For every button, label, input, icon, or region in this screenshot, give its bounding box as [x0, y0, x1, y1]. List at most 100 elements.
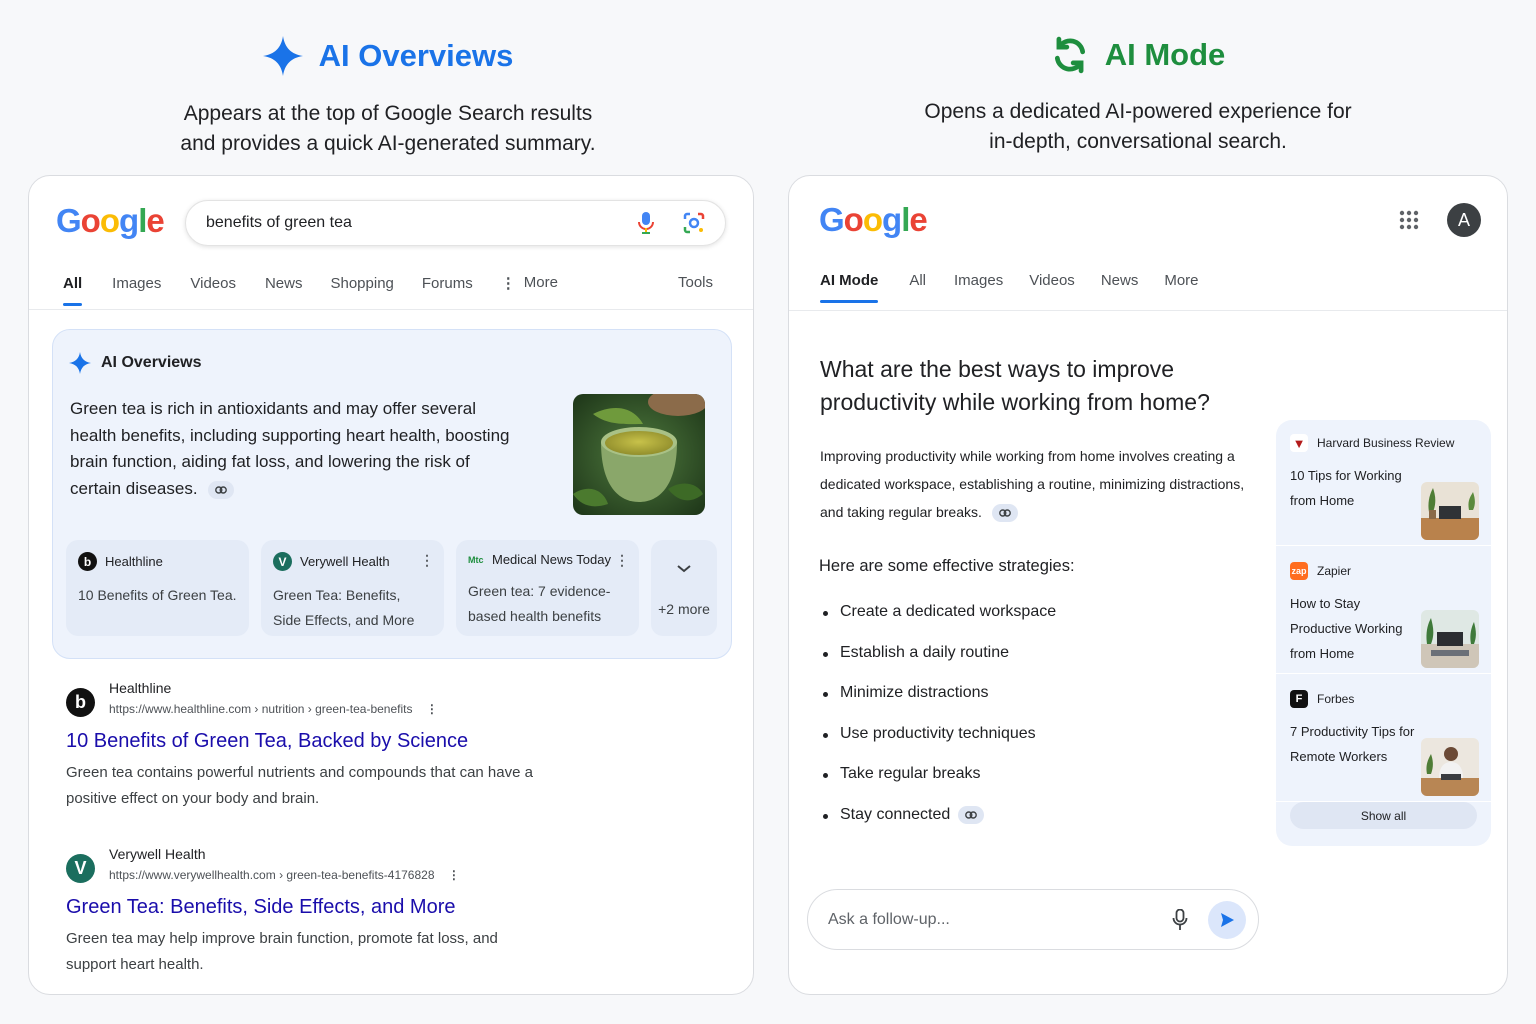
tools-button[interactable]: Tools	[678, 274, 713, 305]
ai-mode-header: AI Mode Opens a dedicated AI-powered exp…	[758, 36, 1518, 157]
ai-overview-text: Green tea is rich in antioxidants and ma…	[70, 399, 510, 499]
tools-area: Tools	[678, 274, 713, 305]
tab-more[interactable]: More	[1164, 272, 1198, 303]
source-name: Harvard Business Review	[1317, 436, 1455, 450]
apps-grid-icon[interactable]	[1399, 210, 1419, 230]
tab-ai-mode[interactable]: AI Mode	[820, 272, 879, 303]
ai-mode-subtitle: Opens a dedicated AI-powered experience …	[924, 100, 1352, 153]
link-icon[interactable]	[208, 480, 235, 499]
bullet-dot	[823, 651, 828, 657]
tab-images[interactable]: Images	[954, 272, 1003, 303]
source-card-verywell[interactable]: V Verywell Health ⋮ Green Tea: Benefits, …	[261, 540, 444, 636]
google-logo[interactable]: Google	[56, 202, 165, 240]
user-question: What are the best ways to improve produc…	[820, 356, 1210, 415]
logo-letter: g	[119, 202, 139, 239]
logo-letter: o	[80, 202, 101, 239]
tab-all[interactable]: All	[909, 272, 926, 303]
followup-input[interactable]: Ask a follow-up...	[807, 889, 1259, 950]
logo-letter: e	[146, 202, 164, 239]
result-url[interactable]: https://www.verywellhealth.com › green-t…	[109, 868, 460, 882]
ai-overviews-title-text: AI Overviews	[318, 38, 514, 73]
strategy-text: Take regular breaks	[840, 765, 981, 782]
mic-icon[interactable]	[1172, 909, 1188, 931]
google-logo[interactable]: Google	[819, 201, 928, 239]
list-item: Create a dedicated workspace	[823, 603, 1056, 644]
bullet-dot	[823, 732, 828, 738]
workspace-thumbnail	[1421, 610, 1479, 668]
green-tea-image[interactable]	[573, 394, 705, 515]
tab-news[interactable]: News	[265, 275, 303, 306]
source-card-forbes[interactable]: F Forbes 7 Productivity Tips for Remote W…	[1276, 676, 1491, 802]
tab-forums[interactable]: Forums	[422, 275, 473, 306]
ai-overview-summary: Green tea is rich in antioxidants and ma…	[70, 396, 510, 503]
kebab-icon[interactable]: ⋮	[448, 868, 460, 882]
result-snippet: Green tea contains powerful nutrients an…	[66, 764, 533, 807]
tab-news[interactable]: News	[1101, 272, 1139, 303]
strategy-text: Minimize distractions	[840, 684, 989, 701]
source-name: Medical News Today	[492, 552, 611, 567]
send-button[interactable]	[1208, 901, 1246, 939]
result-title-link[interactable]: Green Tea: Benefits, Side Effects, and M…	[66, 896, 455, 919]
result-title-link[interactable]: 10 Benefits of Green Tea, Backed by Scie…	[66, 730, 468, 753]
workspace-thumbnail	[1421, 482, 1479, 540]
tab-more[interactable]: ⋮ More	[501, 274, 558, 306]
kebab-icon[interactable]: ⋮	[420, 552, 434, 569]
source-card-zapier[interactable]: zap Zapier How to Stay Productive Working…	[1276, 548, 1491, 674]
mnt-icon: Mtc	[468, 554, 484, 565]
ai-overviews-subtitle: Appears at the top of Google Search resu…	[180, 102, 596, 155]
ai-mode-title-text: AI Mode	[1104, 37, 1226, 72]
more-sources-button[interactable]: +2 more	[651, 540, 717, 636]
logo-letter: e	[909, 201, 927, 238]
healthline-icon: b	[66, 688, 95, 717]
link-icon[interactable]	[991, 504, 1018, 523]
tab-images[interactable]: Images	[112, 275, 161, 306]
ai-overviews-header: AI Overviews Appears at the top of Googl…	[8, 36, 768, 159]
kebab-icon[interactable]: ⋮	[615, 552, 629, 569]
send-icon	[1221, 913, 1234, 927]
ai-overviews-title: AI Overviews	[262, 36, 514, 76]
zapier-icon: zap	[1290, 562, 1308, 580]
tab-shopping[interactable]: Shopping	[330, 275, 393, 306]
bullet-dot	[823, 611, 828, 616]
tab-all[interactable]: All	[63, 275, 83, 306]
ai-mode-panel: Google A AI Mode All Images Videos News …	[788, 175, 1508, 995]
logo-letter: o	[862, 201, 883, 238]
strategies-list: Create a dedicated workspace Establish a…	[823, 603, 1056, 846]
source-title: 7 Productivity Tips for Remote Workers	[1290, 724, 1415, 764]
sparkle-icon	[262, 36, 303, 76]
result-snippet: Green tea may help improve brain functio…	[66, 930, 498, 973]
ai-overviews-panel: Google benefits of green tea All Images …	[28, 175, 754, 995]
more-sources-label: +2 more	[658, 601, 710, 617]
ai-overview-box: AI Overviews Green tea is rich in antiox…	[52, 329, 732, 659]
result-url-text: https://www.healthline.com › nutrition ›…	[109, 702, 413, 716]
ai-mode-tabs: AI Mode All Images Videos News More	[820, 272, 1199, 303]
link-icon[interactable]	[958, 805, 985, 824]
kebab-icon[interactable]: ⋮	[426, 702, 438, 716]
source-card-healthline[interactable]: b Healthline 10 Benefits of Green Tea.	[66, 540, 249, 636]
refresh-cycle-icon	[1054, 36, 1085, 74]
search-query: benefits of green tea	[206, 214, 352, 231]
bullet-dot	[823, 692, 828, 697]
source-title: 10 Tips for Working from Home	[1290, 468, 1402, 508]
source-card-mnt[interactable]: Mtc Medical News Today ⋮ Green tea: 7 evi…	[456, 540, 639, 636]
avatar[interactable]: A	[1447, 203, 1481, 237]
show-all-button[interactable]: Show all	[1290, 802, 1477, 829]
search-input[interactable]: benefits of green tea	[185, 200, 726, 246]
logo-letter: o	[99, 202, 120, 239]
result-url[interactable]: https://www.healthline.com › nutrition ›…	[109, 702, 438, 716]
source-name: Healthline	[105, 554, 163, 569]
bullet-dot	[823, 773, 828, 778]
tab-videos[interactable]: Videos	[1029, 272, 1075, 303]
tab-more-label: More	[523, 274, 558, 291]
logo-letter: G	[56, 202, 82, 239]
tab-videos[interactable]: Videos	[190, 275, 236, 306]
tabs-divider	[789, 310, 1507, 311]
search-result-verywell: V Verywell Health https://www.verywellhe…	[66, 846, 586, 986]
ai-answer: Improving productivity while working fro…	[820, 442, 1270, 526]
mic-icon[interactable]	[637, 212, 655, 234]
healthline-icon: b	[78, 552, 97, 571]
source-name: Verywell Health	[300, 554, 390, 569]
source-name: Zapier	[1317, 564, 1352, 578]
source-card-hbr[interactable]: ▼ Harvard Business Review 10 Tips for Wor…	[1276, 420, 1491, 546]
lens-icon[interactable]	[683, 212, 705, 234]
